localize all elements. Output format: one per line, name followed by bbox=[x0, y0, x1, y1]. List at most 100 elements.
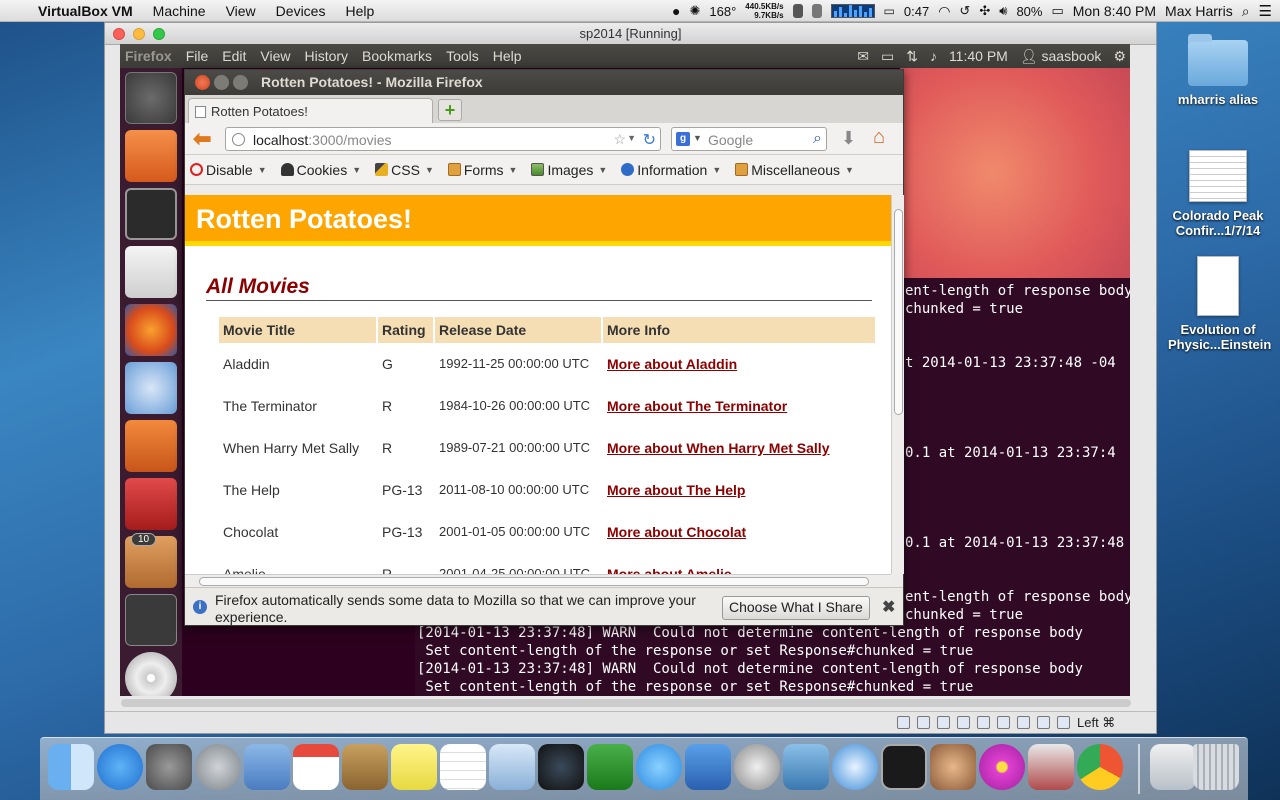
wd-css-menu[interactable]: CSS ▼ bbox=[375, 162, 434, 178]
launchpad-icon[interactable] bbox=[195, 744, 241, 790]
firefox-titlebar[interactable]: Rotten Potatoes! - Mozilla Firefox bbox=[185, 70, 903, 95]
bluetooth-icon[interactable]: ✣ bbox=[979, 3, 990, 19]
usb-indicator-icon[interactable] bbox=[937, 716, 950, 729]
preview-icon[interactable] bbox=[489, 744, 535, 790]
search-bar[interactable]: g ▼ Google ⌕ bbox=[671, 127, 827, 151]
shared-folders-indicator-icon[interactable] bbox=[957, 716, 970, 729]
battery-percent[interactable]: 80% bbox=[1016, 4, 1042, 19]
desktop-item-mharris-alias[interactable]: mharris alias bbox=[1168, 34, 1268, 107]
optical-drive-indicator-icon[interactable] bbox=[917, 716, 930, 729]
zoom-window-icon[interactable] bbox=[153, 28, 165, 40]
contacts-icon[interactable] bbox=[342, 744, 388, 790]
finder-icon[interactable] bbox=[48, 744, 94, 790]
vbox-horizontal-scrollbar[interactable] bbox=[121, 699, 1131, 707]
ff-menu-bookmarks[interactable]: Bookmarks bbox=[355, 48, 439, 64]
files-icon[interactable] bbox=[125, 130, 177, 182]
wd-forms-menu[interactable]: Forms ▼ bbox=[447, 162, 517, 178]
software-center-icon[interactable] bbox=[125, 420, 177, 472]
text-editor-icon[interactable] bbox=[125, 246, 177, 298]
site-identity-icon[interactable] bbox=[232, 133, 245, 146]
documents-icon[interactable] bbox=[1150, 744, 1196, 790]
network-throughput[interactable]: 440.5KB/s 9.7KB/s bbox=[745, 2, 783, 20]
desktop-item-colorado-peak[interactable]: Colorado Peak Confir...1/7/14 bbox=[1168, 150, 1268, 238]
menu-help[interactable]: Help bbox=[335, 3, 384, 19]
safari-icon[interactable] bbox=[832, 744, 878, 790]
dvd-icon[interactable] bbox=[125, 652, 177, 696]
battery-time[interactable]: 0:47 bbox=[904, 4, 929, 19]
back-arrow-icon[interactable]: ⬅ bbox=[193, 128, 217, 150]
ff-menu-help[interactable]: Help bbox=[486, 48, 529, 64]
search-magnifier-icon[interactable]: ⌕ bbox=[813, 130, 822, 148]
more-info-link[interactable]: More about Aladdin bbox=[607, 356, 737, 372]
wifi-icon[interactable]: ◠ bbox=[938, 3, 950, 20]
ubuntu-dash-icon[interactable] bbox=[125, 72, 177, 124]
notification-status-icon[interactable]: ● bbox=[672, 3, 680, 19]
mail-icon[interactable] bbox=[244, 744, 290, 790]
wd-miscellaneous-menu[interactable]: Miscellaneous ▼ bbox=[735, 162, 854, 178]
user-indicator[interactable]: 👤︎ saasbook bbox=[1020, 48, 1102, 65]
url-history-dropdown-icon[interactable]: ▼ bbox=[627, 133, 636, 143]
menu-view[interactable]: View bbox=[216, 3, 266, 19]
desktop-item-evolution-of-physics[interactable]: Evolution of Physic...Einstein bbox=[1168, 256, 1271, 352]
ubuntu-clock[interactable]: 11:40 PM bbox=[949, 48, 1008, 64]
chromium-icon[interactable] bbox=[125, 362, 177, 414]
vbox-titlebar[interactable]: sp2014 [Running] bbox=[105, 23, 1156, 45]
menu-devices[interactable]: Devices bbox=[266, 3, 336, 19]
maximize-window-icon[interactable] bbox=[233, 75, 248, 90]
engine-dropdown-icon[interactable]: ▼ bbox=[693, 133, 702, 143]
fan-icon[interactable]: ✺ bbox=[690, 3, 701, 19]
temperature-readout[interactable]: 168° bbox=[709, 4, 736, 19]
battery-icon[interactable]: ▭ bbox=[1051, 3, 1063, 19]
new-tab-button[interactable]: + bbox=[438, 99, 462, 121]
workspace-switcher-icon[interactable] bbox=[125, 594, 177, 646]
facetime-icon[interactable] bbox=[538, 744, 584, 790]
app-store-icon[interactable] bbox=[97, 744, 143, 790]
network-indicator-icon[interactable] bbox=[997, 716, 1010, 729]
disk-meter-icon[interactable] bbox=[811, 4, 822, 18]
close-window-icon[interactable] bbox=[195, 75, 210, 90]
notification-center-icon[interactable]: ☰ bbox=[1259, 2, 1272, 20]
excel-icon[interactable] bbox=[587, 744, 633, 790]
tab-rotten-potatoes[interactable]: Rotten Potatoes! bbox=[188, 98, 433, 123]
more-info-link[interactable]: More about The Help bbox=[607, 482, 745, 498]
reload-icon[interactable]: ↻ bbox=[643, 130, 656, 150]
app-menu[interactable]: VirtualBox VM bbox=[28, 3, 143, 19]
menu-machine[interactable]: Machine bbox=[143, 3, 216, 19]
volume-icon[interactable]: 🔊︎ bbox=[999, 3, 1007, 19]
sound-indicator-icon[interactable]: ♪ bbox=[930, 48, 937, 64]
cpu-graph-icon[interactable] bbox=[830, 4, 875, 18]
chrome-icon[interactable] bbox=[1077, 744, 1123, 790]
evernote-icon[interactable] bbox=[734, 744, 780, 790]
calendar-icon[interactable] bbox=[293, 744, 339, 790]
more-info-link[interactable]: More about Amelie bbox=[607, 566, 732, 574]
firefox-icon[interactable] bbox=[125, 304, 177, 356]
wd-disable-menu[interactable]: Disable ▼ bbox=[190, 162, 267, 178]
software-updater-icon[interactable]: 10 bbox=[125, 533, 177, 588]
time-machine-icon[interactable]: ↺ bbox=[959, 3, 970, 19]
close-window-icon[interactable] bbox=[113, 28, 125, 40]
ff-menu-view[interactable]: View bbox=[253, 48, 297, 64]
more-info-link[interactable]: More about The Terminator bbox=[607, 398, 787, 414]
memory-meter-icon[interactable] bbox=[792, 4, 803, 18]
scrollbar-thumb[interactable] bbox=[199, 577, 869, 586]
ff-menu-tools[interactable]: Tools bbox=[439, 48, 486, 64]
hard-disk-indicator-icon[interactable] bbox=[897, 716, 910, 729]
user-menu[interactable]: Max Harris bbox=[1165, 3, 1233, 19]
display-indicator-icon[interactable] bbox=[977, 716, 990, 729]
flower-icon[interactable] bbox=[979, 744, 1025, 790]
ff-menu-edit[interactable]: Edit bbox=[215, 48, 253, 64]
page-vertical-scrollbar[interactable] bbox=[891, 195, 904, 574]
stickies-icon[interactable] bbox=[391, 744, 437, 790]
system-settings-icon[interactable] bbox=[125, 478, 177, 530]
bookmark-star-icon[interactable]: ☆ bbox=[613, 131, 626, 148]
clock[interactable]: Mon 8:40 PM bbox=[1073, 3, 1156, 19]
page-horizontal-scrollbar[interactable] bbox=[185, 574, 891, 587]
google-engine-icon[interactable]: g bbox=[676, 132, 690, 146]
close-icon[interactable]: ✖ bbox=[882, 597, 895, 617]
more-info-link[interactable]: More about When Harry Met Sally bbox=[607, 440, 829, 456]
minimize-window-icon[interactable] bbox=[133, 28, 145, 40]
minimize-window-icon[interactable] bbox=[214, 75, 229, 90]
scrollbar-thumb[interactable] bbox=[894, 209, 903, 415]
wd-cookies-menu[interactable]: Cookies ▼ bbox=[280, 162, 361, 178]
host-key-arrow-icon[interactable] bbox=[1057, 716, 1070, 729]
